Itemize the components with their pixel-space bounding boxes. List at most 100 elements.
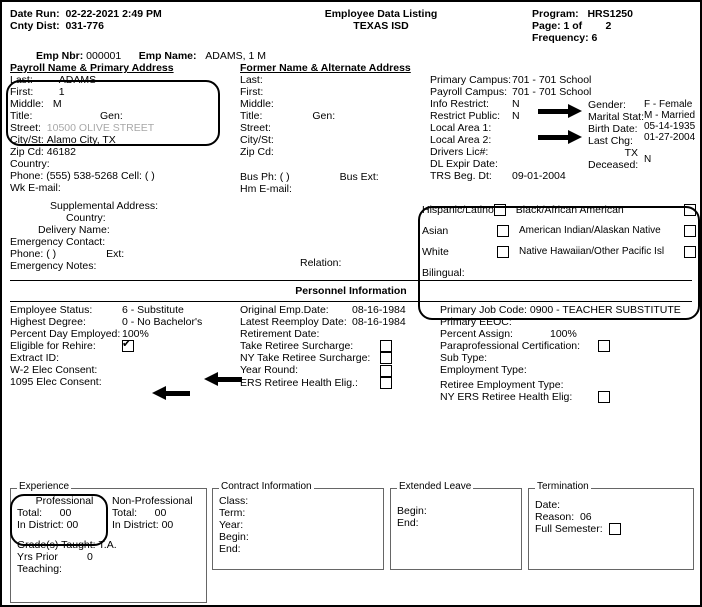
f-last-label: Last: [240, 74, 263, 86]
street-label: Street: [10, 122, 41, 134]
busph: ( ) [280, 171, 290, 183]
orig: 08-16-1984 [352, 304, 406, 316]
trs: 09-01-2004 [512, 170, 602, 182]
exp-prof: Professional [17, 495, 112, 507]
tx: TX [625, 147, 638, 159]
exp-total-label: Total: [17, 507, 42, 519]
emg-phone-label: Phone: [10, 248, 43, 260]
yr-label: Year Round: [240, 364, 380, 376]
ext-label: Ext: [106, 248, 124, 260]
program: HRS1250 [587, 8, 633, 20]
paycampus-label: Payroll Campus: [430, 86, 507, 98]
former-address-col: Last: First: Middle: Title:Gen: Street: … [240, 74, 430, 269]
contract-class: Class: [219, 495, 377, 507]
term-title: Termination [535, 481, 591, 492]
c1095-label: 1095 Elec Consent: [10, 376, 102, 388]
paycampus: 701 - 701 School [512, 86, 602, 98]
eth-hisp-chk [494, 204, 506, 216]
emp-status-label: Employee Status: [10, 304, 122, 316]
np-indist: 00 [162, 519, 174, 531]
deceased-label: Deceased: [588, 159, 638, 171]
cnty-dist-label: Cnty Dist: [10, 20, 60, 32]
birth: 05-14-1935 [644, 121, 702, 132]
nyers-label: NY ERS Retiree Health Elig: [440, 391, 598, 403]
assign: 100% [550, 328, 577, 340]
busext-label: Bus Ext: [340, 171, 379, 183]
report-title: Employee Data Listing [261, 8, 501, 20]
leave-begin: Begin: [397, 505, 515, 517]
emp-name-label: Emp Name: [139, 50, 197, 62]
arrow-to-gender-icon [538, 104, 582, 118]
eth-pac-chk [684, 246, 696, 258]
f-zip-label: Zip Cd: [240, 146, 274, 158]
section-titles: Payroll Name & Primary Address Former Na… [10, 62, 692, 74]
emp-nbr: 000001 [86, 50, 121, 62]
title-label: Title: [10, 110, 50, 122]
payroll-name-title: Payroll Name & Primary Address [10, 62, 174, 74]
term-reason-label: Reason: [535, 511, 574, 523]
pct-label: Percent Day Employed: [10, 328, 122, 340]
report-header: Date Run: 02-22-2021 2:49 PM Cnty Dist: … [10, 8, 692, 44]
nysurch-chk [380, 352, 392, 364]
eth-asian-label: Asian [422, 225, 497, 237]
experience-fieldset: Experience ProfessionalNon-Professional … [10, 488, 207, 603]
zip: 46182 [47, 146, 76, 158]
lastchg: 01-27-2004 [644, 132, 702, 143]
report-page: Date Run: 02-22-2021 2:49 PM Cnty Dist: … [0, 0, 702, 607]
personnel-title: Personnel Information [10, 285, 692, 297]
contract-begin: Begin: [219, 531, 377, 543]
term-date: Date: [535, 499, 687, 511]
leave-title: Extended Leave [397, 481, 473, 492]
restrict-public-label: Restrict Public: [430, 110, 500, 122]
exp-total: 00 [60, 507, 72, 519]
report-subtitle: TEXAS ISD [261, 20, 501, 32]
employee-id-row: Emp Nbr: 000001 Emp Name: ADAMS, 1 M [36, 50, 692, 62]
eeoc-label: Primary EEOC: [440, 316, 512, 328]
grades-label: Grade(s) Taught: [17, 539, 96, 551]
middle-label: Middle: [10, 98, 50, 110]
emg-contact-label: Emergency Contact: [10, 236, 105, 248]
lastchg-label: Last Chg: [588, 135, 633, 147]
emp-name: ADAMS, 1 M [205, 50, 266, 62]
eth-black-chk [684, 204, 696, 216]
reemp: 08-16-1984 [352, 316, 406, 328]
supp-addr-label: Supplemental Address: [50, 200, 158, 212]
contract-title: Contract Information [219, 481, 314, 492]
ers-label: ERS Retiree Health Elig.: [240, 377, 380, 389]
leave-fieldset: Extended Leave Begin: End: [390, 488, 522, 570]
personnel-block: Employee Status:6 - Substitute Highest D… [10, 304, 692, 403]
supp-country-label: Country: [66, 212, 106, 224]
la1-label: Local Area 1: [430, 122, 491, 134]
birth-label: Birth Date: [588, 123, 638, 135]
eth-amind-chk [684, 225, 696, 237]
first: 1 [59, 86, 65, 98]
yr-chk [380, 365, 392, 377]
remptype-label: Retiree Employment Type: [440, 379, 564, 391]
date-run-label: Date Run: [10, 8, 60, 20]
marital: M - Married [644, 110, 702, 121]
f-title-label: Title: [240, 110, 262, 122]
rehire-label: Eligible for Rehire: [10, 340, 122, 352]
contract-year: Year: [219, 519, 377, 531]
exp-indist-label: In District: [17, 519, 64, 531]
degree: 0 - No Bachelor's [122, 316, 202, 328]
emp-status: 6 - Substitute [122, 304, 184, 316]
orig-label: Original Emp.Date: [240, 304, 352, 316]
busph-label: Bus Ph: [240, 171, 277, 183]
cityst-label: City/St: [10, 134, 44, 146]
delivery-label: Delivery Name: [38, 224, 110, 236]
contract-fieldset: Contract Information Class: Term: Year: … [212, 488, 384, 570]
last-label: Last: [10, 74, 50, 86]
w2-label: W-2 Elec Consent: [10, 364, 97, 376]
ers-chk [380, 377, 392, 389]
contract-term: Term: [219, 507, 377, 519]
frequency: Frequency: 6 [532, 32, 692, 44]
para-chk [598, 340, 610, 352]
term-fieldset: Termination Date: Reason: 06 Full Semest… [528, 488, 694, 570]
yrs: 0 [87, 551, 93, 563]
eth-hisp-label: Hispanic/Latino [422, 204, 494, 216]
cityst: Alamo City, TX [47, 134, 116, 146]
surch-label: Take Retiree Surcharge: [240, 340, 380, 352]
yrs-label: Yrs Prior Teaching: [17, 551, 62, 575]
np-total: 00 [155, 507, 167, 519]
